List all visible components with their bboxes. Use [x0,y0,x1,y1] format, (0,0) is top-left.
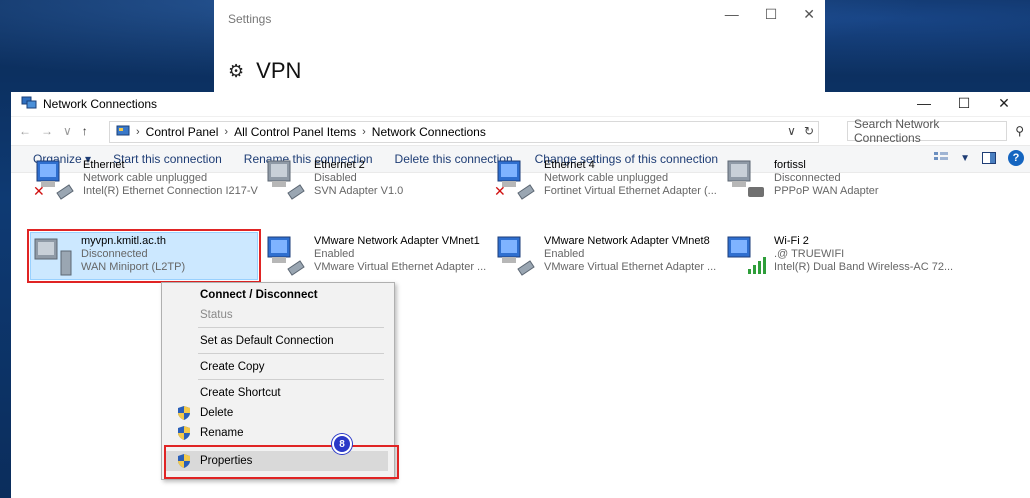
forward-arrow-icon[interactable]: → [41,124,53,138]
wifi-adapter-icon [727,236,766,274]
help-icon[interactable]: ? [1008,150,1024,166]
connection-adapter: SVN Adapter V1.0 [314,185,404,197]
ethernet-adapter-icon [267,236,305,276]
breadcrumb-network-connections[interactable]: Network Connections [372,125,486,139]
breadcrumb-separator-icon: › [224,126,229,138]
menu-item-set-default[interactable]: Set as Default Connection [162,331,394,351]
window-controls: — ☐ ✕ [904,92,1024,114]
connection-vmnet8[interactable]: VMware Network Adapter VMnet8 Enabled VM… [494,233,729,279]
settings-window-controls: — ☐ ✕ [725,6,815,23]
search-box[interactable]: Search Network Connections ⚲ [847,117,1024,145]
ethernet-adapter-icon [497,236,535,276]
connection-fortissl[interactable]: fortissl Disconnected PPPoP WAN Adapter [724,157,959,203]
up-arrow-icon[interactable]: ↑ [82,124,88,138]
connection-wifi-2[interactable]: Wi-Fi 2 .@ TRUEWIFI Intel(R) Dual Band W… [724,233,959,279]
breadcrumb-separator-icon: › [362,126,366,138]
address-bar[interactable]: › Control Panel › All Control Panel Item… [109,121,819,143]
menu-separator [198,353,384,354]
connection-status: Enabled [314,248,355,260]
gear-icon: ⚙ [228,60,245,81]
address-bar-row: ← → ∨ ↑ › Control Panel › All Control Pa… [11,117,1030,145]
title-bar: Network Connections — ☐ ✕ [11,92,1030,117]
breadcrumb-all-items[interactable]: All Control Panel Items [234,125,356,139]
connection-name: Ethernet 2 [314,159,365,171]
connection-status: Network cable unplugged [544,172,669,184]
menu-item-create-shortcut[interactable]: Create Shortcut [162,383,394,403]
connection-name: fortissl [774,159,806,171]
connection-status: Enabled [544,248,585,260]
highlight-box-connection [27,229,261,283]
settings-window: Settings — ☐ ✕ ⚙ VPN [214,0,825,92]
connection-ethernet-2[interactable]: Ethernet 2 Disabled SVN Adapter V1.0 [264,157,499,203]
connection-name: Wi-Fi 2 [774,235,809,247]
search-icon[interactable]: ⚲ [1015,124,1024,138]
connection-adapter: Fortinet Virtual Ethernet Adapter (... [544,185,717,197]
menu-item-connect-disconnect[interactable]: Connect / Disconnect [162,285,394,305]
connection-ethernet[interactable]: ✕ Ethernet Network cable unplugged Intel… [33,157,268,203]
maximize-icon[interactable]: ☐ [944,92,984,114]
connection-adapter: VMware Virtual Ethernet Adapter ... [314,261,487,273]
recent-chevron-icon[interactable]: ∨ [63,124,72,138]
navigation-buttons: ← → ∨ ↑ [19,124,88,138]
preview-pane-icon[interactable] [982,152,996,164]
connection-name: VMware Network Adapter VMnet1 [314,235,480,247]
menu-separator [198,379,384,380]
minimize-icon[interactable]: — [904,92,944,114]
search-input[interactable]: Search Network Connections [854,117,1006,145]
window-title: Network Connections [43,97,158,111]
minimize-icon[interactable]: — [725,6,739,23]
menu-item-rename[interactable]: Rename [162,423,394,443]
connection-name: Ethernet 4 [544,159,595,171]
connection-adapter: PPPoP WAN Adapter [774,185,879,197]
dropdown-chevron-icon[interactable]: ∨ [787,124,796,138]
view-dropdown-icon[interactable]: ▼ [960,153,970,164]
breadcrumb-separator-icon: › [136,126,140,138]
back-arrow-icon[interactable]: ← [19,124,31,138]
connection-vmnet1[interactable]: VMware Network Adapter VMnet1 Enabled VM… [264,233,499,279]
connection-adapter: Intel(R) Dual Band Wireless-AC 72... [774,261,954,273]
connection-ethernet-4[interactable]: ✕ Ethernet 4 Network cable unplugged For… [494,157,729,203]
close-icon[interactable]: ✕ [803,6,815,23]
settings-heading: ⚙ VPN [228,58,301,84]
settings-title: Settings [228,12,272,26]
connection-status: Disabled [314,172,357,184]
connection-status: Network cable unplugged [83,172,208,184]
ethernet-adapter-icon [267,160,305,200]
step-badge: 8 [332,434,352,454]
control-panel-icon [116,125,130,136]
close-icon[interactable]: ✕ [984,92,1024,114]
settings-heading-text: VPN [256,58,302,83]
menu-item-delete[interactable]: Delete [162,403,394,423]
address-bar-actions: ∨ ↻ [787,124,814,138]
connection-name: Ethernet [83,159,125,171]
breadcrumb-control-panel[interactable]: Control Panel [146,125,219,139]
connection-status: .@ TRUEWIFI [774,248,845,260]
connection-adapter: VMware Virtual Ethernet Adapter ... [544,261,717,273]
breadcrumb: › Control Panel › All Control Panel Item… [136,125,486,139]
network-connections-icon [21,96,37,109]
disabled-x-icon: ✕ [494,183,506,199]
connection-status: Disconnected [774,172,841,184]
connection-name: VMware Network Adapter VMnet8 [544,235,710,247]
menu-separator [198,327,384,328]
menu-item-create-copy[interactable]: Create Copy [162,357,394,377]
dialup-adapter-icon [727,160,764,197]
uac-shield-icon [178,426,190,440]
maximize-icon[interactable]: ☐ [765,6,778,23]
refresh-icon[interactable]: ↻ [804,124,814,138]
connection-adapter: Intel(R) Ethernet Connection I217-V [83,185,258,197]
disabled-x-icon: ✕ [33,183,45,199]
highlight-box-properties [164,445,399,479]
menu-item-status: Status [200,309,233,321]
uac-shield-icon [178,406,190,420]
